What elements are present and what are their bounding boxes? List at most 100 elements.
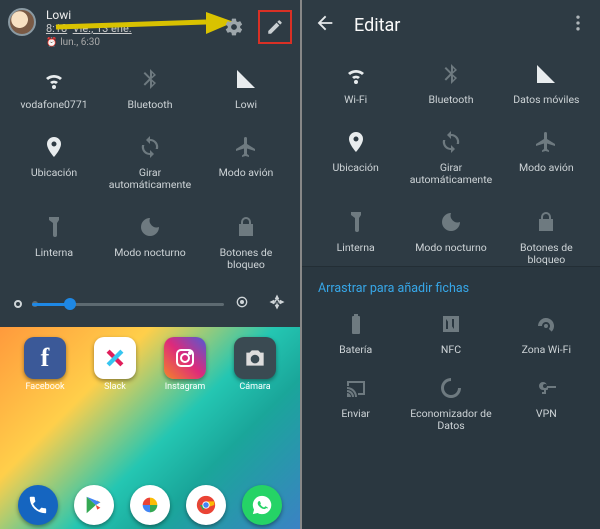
quick-settings-editor-panel: Editar Wi-Fi Bluetooth Datos móviles Ubicac…	[302, 0, 600, 529]
alarm-time: lun., 6:30	[60, 37, 100, 48]
airplane-icon	[534, 128, 558, 156]
wifi-icon	[42, 65, 66, 93]
tile-label: Botones de bloqueo	[203, 247, 289, 271]
hotspot-icon	[534, 310, 558, 338]
signal-icon	[234, 65, 258, 93]
app-f[interactable]: fFacebook	[17, 337, 73, 392]
tile-label: Modo nocturno	[114, 247, 186, 259]
app-cam[interactable]: Cámara	[227, 337, 283, 392]
dock-photos[interactable]	[122, 485, 178, 525]
tile-label: Batería	[339, 344, 372, 356]
tile-night[interactable]: Modo nocturno	[102, 213, 198, 271]
dock-chrome[interactable]	[178, 485, 234, 525]
tile-grid: vodafone0771 Bluetooth Lowi Ubicación Girar …	[0, 55, 300, 271]
tile-wifi[interactable]: Wi-Fi	[308, 60, 403, 106]
tile-airplane[interactable]: Modo avión	[198, 133, 294, 191]
tile-grid: Wi-Fi Bluetooth Datos móviles Ubicación Gira…	[302, 50, 600, 266]
tile-label: Wi-Fi	[344, 94, 367, 106]
tile-label: Linterna	[337, 242, 375, 254]
drag-hint: Arrastrar para añadir fichas	[302, 267, 600, 304]
tile-bluetooth[interactable]: Bluetooth	[403, 60, 498, 106]
avatar[interactable]	[8, 8, 36, 36]
tile-label: Girar automáticamente	[107, 167, 193, 191]
tile-bluetooth[interactable]: Bluetooth	[102, 65, 198, 111]
nfc-icon	[439, 310, 463, 338]
app-slack[interactable]: Slack	[87, 337, 143, 392]
gear-icon[interactable]	[224, 17, 244, 37]
night-icon	[138, 213, 162, 241]
tile-label: Economizador de Datos	[408, 408, 494, 432]
tile-location[interactable]: Ubicación	[308, 128, 403, 186]
tile-grid-extra: Batería NFC Zona Wi-Fi Enviar Economizador d…	[302, 304, 600, 432]
tile-label: Bluetooth	[128, 99, 173, 111]
app-ig[interactable]: Instagram	[157, 337, 213, 392]
tile-location[interactable]: Ubicación	[6, 133, 102, 191]
location-icon	[344, 128, 368, 156]
editor-extra-section: Arrastrar para añadir fichas Batería NFC Z…	[302, 266, 600, 529]
brightness-slider[interactable]	[32, 303, 224, 306]
tile-label: Modo avión	[519, 162, 574, 174]
night-icon	[439, 208, 463, 236]
panel-header: Lowi 8:18 Vie., 13 ene. ⏰lun., 6:30	[0, 0, 300, 55]
tile-flashlight[interactable]: Linterna	[6, 213, 102, 271]
alarm-row: ⏰lun., 6:30	[46, 37, 132, 48]
tile-night[interactable]: Modo nocturno	[403, 208, 498, 266]
app-row: fFacebook Slack Instagram Cámara	[10, 337, 290, 392]
tile-label: vodafone0771	[20, 99, 87, 111]
tile-signal[interactable]: Datos móviles	[499, 60, 594, 106]
quick-settings-panel-left: Lowi 8:18 Vie., 13 ene. ⏰lun., 6:30 voda…	[0, 0, 300, 529]
tile-battery[interactable]: Batería	[308, 310, 403, 356]
carrier-name: Lowi	[46, 8, 132, 22]
wifi-icon	[344, 60, 368, 88]
brightness-low-icon	[14, 300, 22, 308]
tile-vpn[interactable]: VPN	[499, 374, 594, 432]
auto-brightness-icon[interactable]	[268, 293, 286, 315]
tile-rotate[interactable]: Girar automáticamente	[102, 133, 198, 191]
datasaver-icon	[439, 374, 463, 402]
bluetooth-icon	[138, 65, 162, 93]
dock-play[interactable]	[66, 485, 122, 525]
tile-nfc[interactable]: NFC	[403, 310, 498, 356]
tile-label: Botones de bloqueo	[503, 242, 589, 266]
dock-whatsapp[interactable]	[234, 485, 290, 525]
clock-date: Vie., 13 ene.	[73, 22, 132, 35]
tile-label: Modo nocturno	[415, 242, 487, 254]
tile-cast[interactable]: Enviar	[308, 374, 403, 432]
airplane-icon	[234, 133, 258, 161]
edit-pencil-highlight[interactable]	[258, 10, 292, 44]
tile-label: NFC	[441, 344, 461, 356]
tile-label: Enviar	[341, 408, 370, 420]
brightness-row	[0, 271, 300, 327]
signal-icon	[534, 60, 558, 88]
back-arrow-icon[interactable]	[314, 12, 336, 38]
tile-hotspot[interactable]: Zona Wi-Fi	[499, 310, 594, 356]
lock-icon	[534, 208, 558, 236]
tile-label: Ubicación	[333, 162, 379, 174]
clock-time: 8:18	[46, 22, 67, 35]
tile-label: Datos móviles	[513, 94, 579, 106]
cast-icon	[344, 374, 368, 402]
tile-wifi[interactable]: vodafone0771	[6, 65, 102, 111]
tile-lock[interactable]: Botones de bloqueo	[499, 208, 594, 266]
tile-label: Ubicación	[31, 167, 77, 179]
tile-flashlight[interactable]: Linterna	[308, 208, 403, 266]
tile-label: Zona Wi-Fi	[522, 344, 571, 356]
tile-label: VPN	[536, 408, 557, 420]
editor-header: Editar	[302, 0, 600, 50]
battery-icon	[344, 310, 368, 338]
more-vert-icon[interactable]	[568, 13, 588, 37]
editor-title: Editar	[354, 15, 568, 36]
tile-airplane[interactable]: Modo avión	[499, 128, 594, 186]
tile-rotate[interactable]: Girar automáticamente	[403, 128, 498, 186]
tile-signal[interactable]: Lowi	[198, 65, 294, 111]
tile-lock[interactable]: Botones de bloqueo	[198, 213, 294, 271]
rotate-icon	[439, 128, 463, 156]
bluetooth-icon	[439, 60, 463, 88]
dock-phone[interactable]	[10, 485, 66, 525]
tile-label: Lowi	[235, 99, 257, 111]
brightness-high-icon	[234, 294, 250, 314]
tile-datasaver[interactable]: Economizador de Datos	[403, 374, 498, 432]
flashlight-icon	[344, 208, 368, 236]
vpn-icon	[534, 374, 558, 402]
dock	[10, 479, 290, 525]
